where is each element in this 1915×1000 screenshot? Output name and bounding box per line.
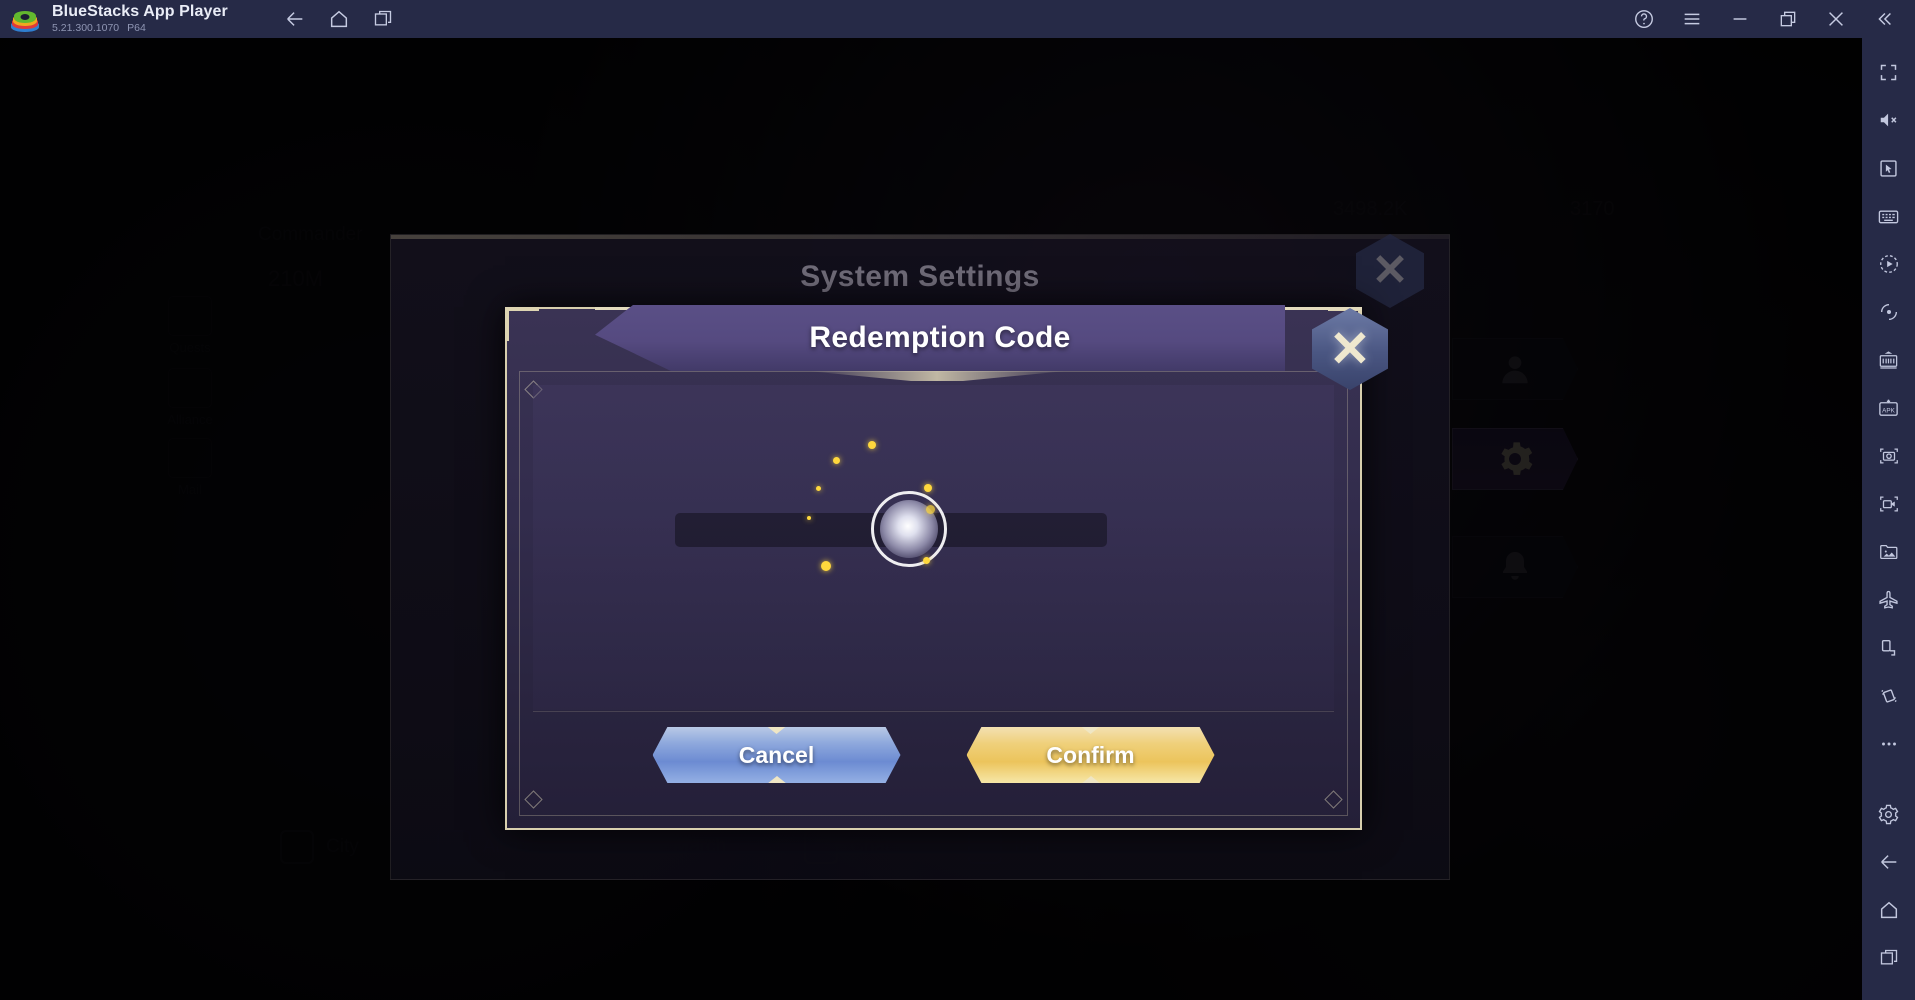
app-version: 5.21.300.1070 P64: [52, 21, 228, 34]
multi-instance-button[interactable]: [1869, 340, 1909, 380]
dialog-title-banner: Redemption Code: [595, 305, 1285, 371]
dialog-title-underline: [807, 371, 1067, 381]
spinner-ring: [871, 491, 947, 567]
rotate-orbit-icon: [1880, 303, 1897, 321]
shake-icon: [1880, 689, 1897, 703]
settings-button[interactable]: [1869, 794, 1909, 834]
title-bar: BlueStacks App Player 5.21.300.1070 P64: [0, 0, 1915, 38]
video-record-icon: [1879, 496, 1898, 512]
multi-instance-icon: [1879, 350, 1898, 369]
keyboard-icon: [1878, 210, 1899, 223]
bluestacks-sidebar: APK: [1862, 38, 1915, 1000]
cancel-button[interactable]: Cancel: [652, 727, 901, 784]
shake-button[interactable]: [1869, 676, 1909, 716]
app-title: BlueStacks App Player: [52, 3, 228, 21]
dialog-content-area: [533, 385, 1334, 710]
home-button[interactable]: [326, 6, 352, 32]
dialog-divider: [533, 711, 1334, 712]
dialog-button-row: Cancel Confirm: [507, 727, 1360, 783]
bluestacks-logo: [10, 4, 40, 34]
help-circle-icon[interactable]: [1631, 6, 1657, 32]
window-controls-group: [1631, 6, 1897, 32]
pointer-in-frame-icon: [1880, 159, 1897, 177]
mute-button[interactable]: [1869, 100, 1909, 140]
recent-apps-icon: [1880, 949, 1897, 965]
emulator-viewport[interactable]: Commander 210M 3498.2K 3170 Quests Allia…: [0, 38, 1862, 1000]
app-title-block: BlueStacks App Player 5.21.300.1070 P64: [52, 3, 228, 34]
apk-install-icon: APK: [1879, 399, 1898, 416]
fullscreen-button[interactable]: [1869, 52, 1909, 92]
back-button[interactable]: [282, 6, 308, 32]
svg-text:APK: APK: [1882, 407, 1895, 414]
redemption-code-dialog: Redemption Code Cancel Confirm: [505, 305, 1362, 830]
confirm-button-label: Confirm: [1046, 741, 1135, 768]
settings-panel-title: System Settings: [800, 260, 1040, 293]
double-chevron-left-icon[interactable]: [1871, 6, 1897, 32]
dialog-title: Redemption Code: [809, 321, 1071, 354]
minimize-icon[interactable]: [1727, 6, 1753, 32]
airplane-icon: [1879, 590, 1898, 609]
android-back-button[interactable]: [1869, 842, 1909, 882]
confirm-button[interactable]: Confirm: [966, 727, 1215, 784]
home-icon: [1880, 901, 1897, 919]
corner-ornament-top-left: [505, 307, 539, 341]
spinner-particle: [833, 457, 840, 464]
corner-diamond-bottom-left: [524, 790, 543, 809]
button-notch-top: [766, 727, 787, 734]
android-recents-button[interactable]: [1869, 938, 1909, 978]
tilt-button[interactable]: [1869, 628, 1909, 668]
android-home-button[interactable]: [1869, 890, 1909, 930]
hamburger-menu-icon[interactable]: [1679, 6, 1705, 32]
install-apk-button[interactable]: APK: [1869, 388, 1909, 428]
spinner-particle: [923, 557, 930, 564]
cancel-button-label: Cancel: [738, 741, 815, 768]
screenshot-button[interactable]: [1869, 436, 1909, 476]
close-x-icon: ✕: [1371, 246, 1409, 295]
media-manager-button[interactable]: [1869, 532, 1909, 572]
button-notch-bottom: [767, 776, 787, 784]
settings-panel-topbar: [391, 235, 1449, 239]
build-tag: P64: [127, 21, 146, 34]
restore-window-icon[interactable]: [1775, 6, 1801, 32]
close-x-icon[interactable]: [1823, 6, 1849, 32]
spinner-particle: [816, 486, 821, 491]
fullscreen-icon: [1880, 64, 1897, 80]
version-number: 5.21.300.1070: [52, 21, 120, 34]
gear-icon: [1878, 804, 1899, 824]
spinner-particle: [924, 484, 932, 492]
eco-mode-button[interactable]: [1869, 580, 1909, 620]
titlebar-nav-group: [282, 6, 396, 32]
more-options-button[interactable]: [1869, 724, 1909, 764]
loading-spinner-icon: [871, 491, 947, 567]
bluestacks-window: BlueStacks App Player 5.21.300.1070 P64: [0, 0, 1915, 1000]
recent-apps-button[interactable]: [370, 6, 396, 32]
ellipsis-icon: [1881, 742, 1896, 746]
record-button[interactable]: [1869, 484, 1909, 524]
camera-icon: [1879, 448, 1898, 464]
spinner-particle: [868, 441, 876, 449]
spinner-particle: [807, 516, 811, 520]
spinner-particle: [821, 561, 831, 571]
arrow-left-icon: [1880, 855, 1896, 869]
spinner-particle: [926, 505, 935, 514]
media-gallery-icon: [1879, 544, 1897, 560]
corner-diamond-bottom-right: [1324, 790, 1343, 809]
close-x-icon: ✕: [1329, 321, 1371, 377]
macro-play-icon: [1879, 255, 1898, 273]
macro-button[interactable]: [1869, 244, 1909, 284]
speaker-mute-icon: [1880, 113, 1896, 127]
device-tilt-icon: [1881, 639, 1895, 656]
button-notch-bottom: [1081, 776, 1101, 784]
button-notch-top: [1080, 727, 1101, 734]
sidebar-bottom-group: [1869, 794, 1909, 1000]
keymapping-button[interactable]: [1869, 196, 1909, 236]
rotate-button[interactable]: [1869, 292, 1909, 332]
game-controls-button[interactable]: [1869, 148, 1909, 188]
